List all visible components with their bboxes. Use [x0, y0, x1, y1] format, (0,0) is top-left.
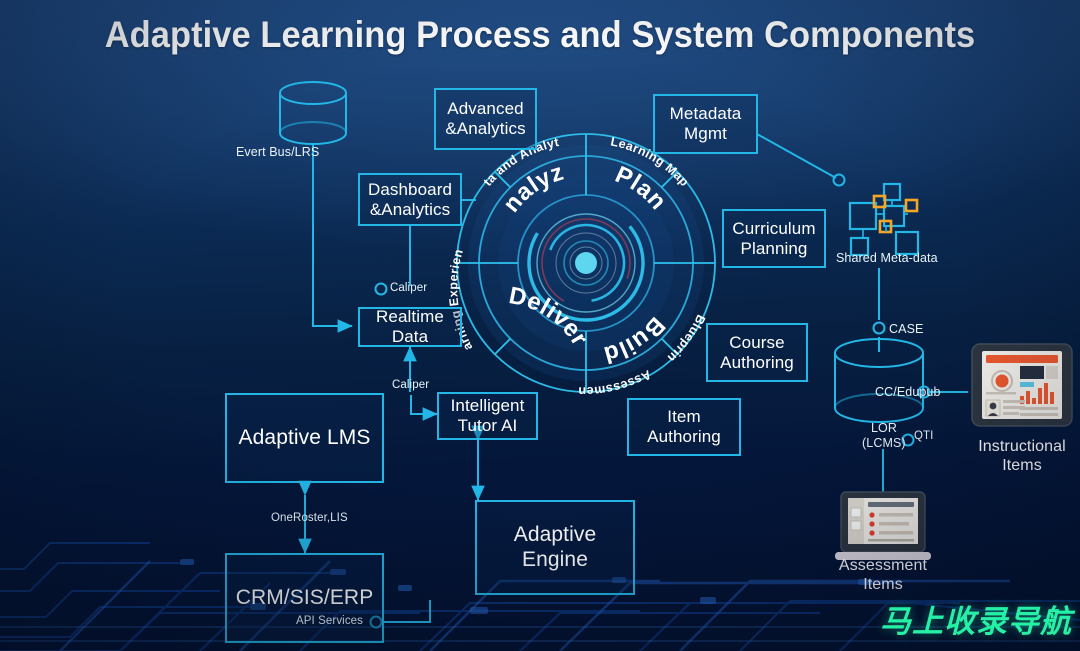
- page-title: Adaptive Learning Process and System Com…: [104, 14, 976, 55]
- dashboard-line2: &Analytics: [369, 199, 451, 219]
- realtime-data-label: Realtime Data: [376, 307, 444, 346]
- item-authoring-line1: Item: [667, 407, 701, 427]
- diagram-canvas: Adaptive Learning Process and System Com…: [0, 0, 1080, 651]
- curriculum-line1: Curriculum: [732, 218, 816, 238]
- box-adaptive-lms[interactable]: Adaptive LMS: [225, 393, 384, 483]
- caption-lor-line2: (LCMS): [862, 436, 906, 450]
- course-authoring-line1: Course: [729, 332, 785, 352]
- caption-lor-line1: LOR: [871, 421, 898, 435]
- item-authoring-line2: Authoring: [647, 427, 721, 446]
- hub-outer-label-assessment: Assessment: [0, 0, 653, 398]
- database-cylinder-icon: [279, 81, 347, 145]
- box-course-authoring[interactable]: Course Authoring: [706, 323, 808, 382]
- crm-sis-erp-label: CRM/SIS/ERP: [235, 585, 374, 609]
- box-item-authoring[interactable]: Item Authoring: [627, 398, 741, 456]
- node-graph-links: [862, 200, 908, 238]
- adaptive-lms-label: Adaptive LMS: [238, 425, 371, 449]
- caption-caliper-tutor: Caliper: [392, 379, 430, 391]
- metadata-mgmt-line1: Metadata: [669, 104, 742, 124]
- advanced-analytics-line2: &Analytics: [445, 119, 526, 138]
- dashboard-line1: Dashboard: [367, 179, 453, 199]
- laptop-checklist-icon: [835, 491, 931, 560]
- adaptive-engine-line1: Adaptive: [513, 523, 597, 547]
- hub-phase-build: Build: [600, 312, 670, 369]
- box-advanced-analytics[interactable]: Advanced &Analytics: [434, 88, 537, 150]
- watermark-text: 马上收录导航: [880, 604, 1072, 640]
- assessment-items-line2: Items: [863, 575, 903, 593]
- node-graph-highlight-icon: [872, 194, 919, 234]
- label-instructional-items: Instructional Items: [952, 438, 1080, 476]
- box-intelligent-tutor-ai[interactable]: Intelligent Tutor AI: [437, 392, 538, 440]
- course-authoring-line2: Authoring: [720, 352, 794, 372]
- box-dashboard-analytics[interactable]: Dashboard &Analytics: [358, 173, 462, 226]
- caption-oneroster-lis: OneRoster,LIS: [271, 512, 348, 524]
- caption-case: CASE: [889, 322, 924, 336]
- curriculum-line2: Planning: [740, 238, 808, 258]
- caption-shared-metadata: Shared Meta-data: [836, 251, 938, 265]
- caption-cc-edupub: CC/Edupub: [875, 385, 941, 399]
- caption-caliper-dashboard: Caliper: [390, 282, 428, 294]
- metadata-connector-dot: [832, 173, 846, 187]
- box-crm-sis-erp[interactable]: CRM/SIS/ERP: [225, 553, 384, 643]
- instructional-items-line2: Items: [1002, 456, 1042, 474]
- intelligent-tutor-line2: Tutor AI: [457, 416, 518, 435]
- box-realtime-data[interactable]: Realtime Data: [358, 307, 462, 347]
- label-assessment-items: Assessment Items: [813, 557, 953, 595]
- case-connector-dot: [872, 321, 886, 335]
- hub-phase-deliver: Deliver: [507, 282, 594, 351]
- caption-api-services: API Services: [296, 615, 364, 627]
- hub-phase-plan: Plan: [611, 161, 672, 215]
- caption-event-bus: Evert Bus/LRS: [236, 145, 320, 159]
- assessment-items-line1: Assessment: [838, 557, 928, 574]
- lor-database-cylinder-icon: [834, 338, 924, 423]
- box-adaptive-engine[interactable]: Adaptive Engine: [475, 500, 635, 595]
- tablet-dashboard-icon: [971, 343, 1073, 427]
- advanced-analytics-line1: Advanced: [447, 99, 524, 119]
- instructional-items-line1: Instructional: [978, 438, 1066, 455]
- caption-qti: QTI: [914, 430, 934, 442]
- box-curriculum-planning[interactable]: Curriculum Planning: [722, 209, 826, 268]
- box-metadata-mgmt[interactable]: Metadata Mgmt: [653, 94, 758, 154]
- adaptive-engine-line2: Engine: [522, 547, 588, 571]
- node-graph-icon: [848, 182, 920, 257]
- metadata-mgmt-line2: Mgmt: [684, 124, 727, 143]
- intelligent-tutor-line1: Intelligent: [450, 396, 525, 416]
- caliper-connector-dot: [374, 282, 388, 296]
